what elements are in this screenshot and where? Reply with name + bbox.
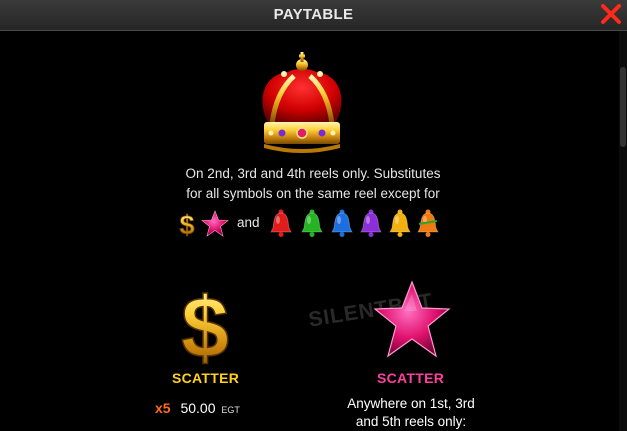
svg-text:$: $ — [181, 283, 229, 365]
star-scatter-icon — [373, 280, 451, 360]
dollar-scatter-icon: $ — [170, 279, 240, 377]
dollar-icon: $ — [176, 210, 198, 241]
payout-currency: EGT — [221, 405, 240, 415]
wild-description-line-1: On 2nd, 3rd and 4th reels only. Substitu… — [185, 166, 441, 181]
scrollbar[interactable] — [619, 31, 627, 431]
bell-icon-yellow — [388, 208, 412, 238]
bell-icon-green — [300, 208, 324, 238]
and-text: and — [237, 215, 260, 230]
dollar-scatter-label: SCATTER — [172, 370, 240, 386]
star-icon — [201, 210, 229, 238]
bell-icon-purple — [359, 208, 383, 238]
payout-multiplier: x5 — [155, 400, 171, 416]
scrollbar-thumb[interactable] — [620, 67, 626, 147]
bell-icon-orange — [416, 208, 440, 238]
svg-text:$: $ — [179, 210, 194, 238]
page-title: PAYTABLE — [273, 6, 354, 23]
crown-icon — [254, 52, 350, 156]
payout-value: 50.00 — [180, 400, 216, 416]
star-scatter-description-line-1: Anywhere on 1st, 3rd — [347, 396, 475, 411]
bell-icon-blue — [330, 208, 354, 238]
close-x-icon[interactable] — [599, 2, 623, 26]
header-bar: PAYTABLE — [0, 0, 627, 31]
dollar-payout: x5 50.00 EGT — [155, 400, 240, 416]
star-scatter-label: SCATTER — [377, 370, 445, 386]
wild-description-line-2: for all symbols on the same reel except … — [186, 186, 440, 201]
bell-icon-red — [269, 208, 293, 238]
star-scatter-description-line-2: and 5th reels only: — [355, 414, 467, 429]
